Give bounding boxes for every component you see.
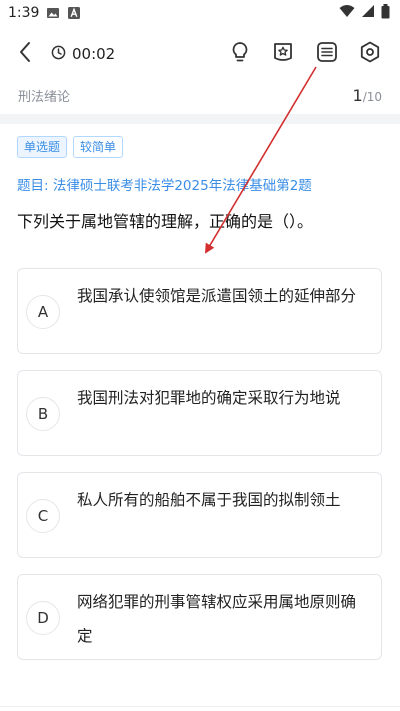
status-time: 1:39 — [8, 5, 40, 21]
signal-icon — [361, 4, 375, 22]
option-letter: C — [26, 499, 60, 533]
option-c[interactable]: C 私人所有的船舶不属于我国的拟制领土 — [17, 472, 382, 558]
timer: 00:02 — [51, 42, 115, 66]
image-icon — [46, 6, 60, 20]
question-text: 下列关于属地管辖的理解，正确的是（）。 — [17, 212, 314, 231]
option-letter: D — [26, 601, 60, 635]
progress-current: 1 — [352, 85, 363, 105]
option-text: 我国承认使领馆是派遣国领土的延伸部分 — [77, 287, 357, 305]
hint-button[interactable] — [228, 42, 252, 66]
status-left: 1:39 — [8, 5, 81, 21]
option-d[interactable]: D 网络犯罪的刑事管辖权应采用属地原则确定 — [17, 574, 382, 660]
option-letter: A — [26, 295, 60, 329]
tag-question-type: 单选题 — [17, 136, 68, 158]
progress-total: /10 — [362, 89, 382, 104]
option-b[interactable]: B 我国刑法对犯罪地的确定采取行为地说 — [17, 370, 382, 456]
question-card: 单选题 较简单 题目: 法律硕士联考非法学2025年法律基础第2题 下列关于属地… — [0, 124, 400, 711]
question-tags: 单选题 较简单 — [17, 136, 124, 158]
battery-icon — [381, 3, 390, 23]
settings-hexagon-icon — [359, 41, 381, 67]
status-right — [339, 3, 390, 23]
star-badge-icon — [272, 41, 294, 67]
section-divider — [0, 114, 400, 124]
clock-icon — [51, 45, 66, 64]
status-bar: 1:39 — [0, 0, 400, 26]
back-arrow-icon — [18, 41, 32, 67]
wifi-icon — [339, 4, 355, 22]
chapter-title: 刑法绪论 — [18, 89, 71, 105]
sub-bar: 刑法绪论 1/10 — [0, 80, 400, 110]
option-a[interactable]: A 我国承认使领馆是派遣国领土的延伸部分 — [17, 268, 382, 354]
option-text: 私人所有的船舶不属于我国的拟制领土 — [77, 491, 341, 509]
favorite-button[interactable] — [271, 42, 295, 66]
option-text: 我国刑法对犯罪地的确定采取行为地说 — [77, 389, 341, 407]
lightbulb-icon — [230, 41, 250, 67]
list-icon — [316, 41, 338, 67]
question-source: 题目: 法律硕士联考非法学2025年法律基础第2题 — [17, 178, 312, 194]
answer-sheet-button[interactable] — [315, 42, 339, 66]
bottom-divider — [0, 706, 400, 707]
a-icon — [67, 6, 81, 20]
timer-value: 00:02 — [72, 45, 116, 63]
option-letter: B — [26, 397, 60, 431]
header: 00:02 — [0, 30, 400, 78]
option-text: 网络犯罪的刑事管辖权应采用属地原则确定 — [77, 593, 357, 645]
tag-difficulty: 较简单 — [73, 136, 124, 158]
settings-button[interactable] — [358, 41, 382, 67]
question-progress: 1/10 — [353, 86, 383, 105]
back-button[interactable] — [14, 42, 36, 66]
